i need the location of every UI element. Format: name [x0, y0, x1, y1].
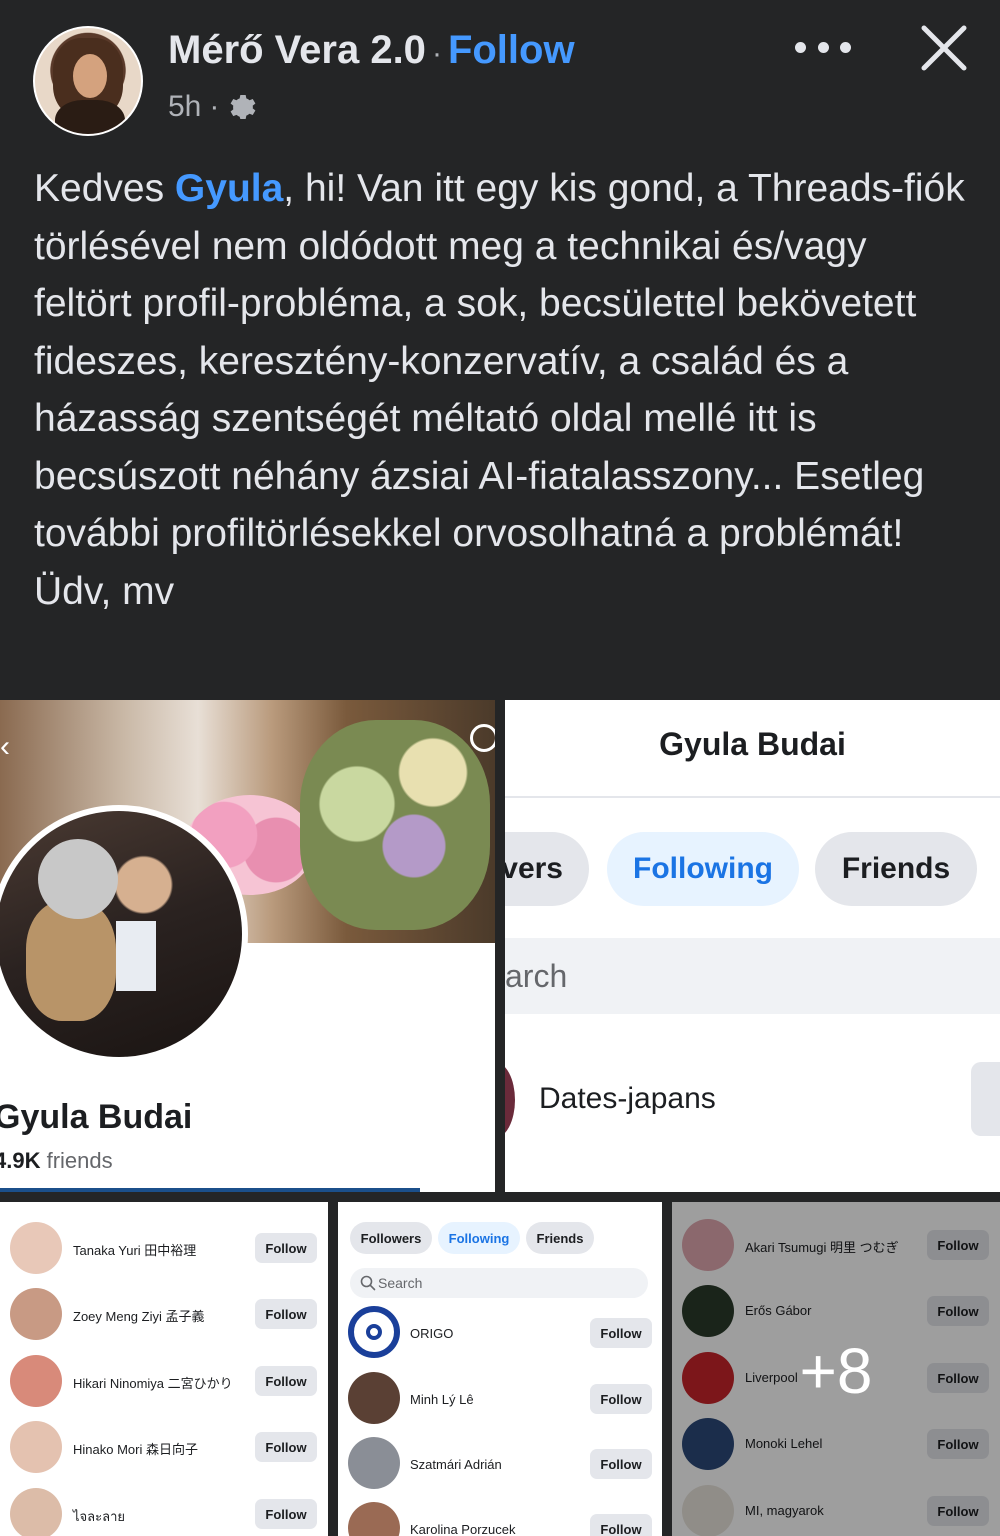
follow-button: Follow [590, 1449, 652, 1479]
follow-button: Follow [255, 1233, 317, 1263]
tab-friends: Friends [526, 1222, 594, 1254]
follow-button: Follow [255, 1366, 317, 1396]
avatar [10, 1488, 62, 1536]
image-tile-following[interactable]: Gyula Budai vers Following Friends arch … [505, 700, 1000, 1192]
author-line: Mérő Vera 2.0 · Follow [168, 28, 575, 73]
tab-following: Following [438, 1222, 520, 1254]
list-item: Tanaka Yuri 田中裕理 Follow [0, 1214, 328, 1280]
post-time[interactable]: 5h [168, 90, 201, 124]
image-tile-list-left[interactable]: Tanaka Yuri 田中裕理 Follow Zoey Meng Ziyi 孟… [0, 1202, 328, 1536]
post-meta: 5h · [168, 90, 259, 124]
gear-icon [230, 95, 256, 119]
author-name[interactable]: Mérő Vera 2.0 [168, 28, 426, 72]
tab-followers: vers [505, 832, 589, 906]
image-tile-list-middle[interactable]: Followers Following Friends Search ORIGO… [338, 1202, 662, 1536]
avatar [10, 1222, 62, 1274]
post-text: Kedves Gyula, hi! Van itt egy kis gond, … [34, 167, 965, 613]
avatar [505, 1062, 515, 1138]
list-item: Szatmári Adrián Follow [338, 1437, 662, 1503]
chevron-left-icon: ‹ [0, 730, 10, 763]
search-input: Search [350, 1268, 648, 1298]
avatar [348, 1437, 400, 1489]
avatar [348, 1372, 400, 1424]
close-icon[interactable] [918, 22, 970, 74]
list-item: ไจละลาย Follow [0, 1480, 328, 1536]
follow-button: Follow [255, 1299, 317, 1329]
search-icon [360, 1275, 376, 1291]
follow-button: Follow [590, 1514, 652, 1536]
tab-friends: Friends [815, 832, 977, 906]
list-item: ORIGO Follow [338, 1306, 662, 1372]
avatar [10, 1355, 62, 1407]
avatar [10, 1421, 62, 1473]
list-item: Dates-japans [539, 1082, 716, 1115]
profile-name: Gyula Budai [0, 1098, 193, 1136]
tab-followers: Followers [350, 1222, 432, 1254]
more-images-count[interactable]: +8 [672, 1334, 1000, 1408]
tab-indicator [0, 1188, 420, 1192]
circle-icon [470, 724, 495, 752]
name-separator: · [431, 37, 442, 70]
profile-photo [0, 805, 248, 1063]
image-tile-list-right[interactable]: Akari Tsumugi 明里 つむぎ Follow Erős Gábor F… [672, 1202, 1000, 1536]
tab-following: Following [607, 832, 799, 906]
divider [505, 796, 1000, 798]
post-header: Mérő Vera 2.0 · Follow 5h · [0, 0, 1000, 150]
follow-button: Follow [255, 1432, 317, 1462]
more-icon[interactable] [795, 38, 851, 56]
list-item: Zoey Meng Ziyi 孟子義 Follow [0, 1280, 328, 1346]
meta-separator: · [209, 90, 220, 123]
search-input: arch [505, 938, 1000, 1014]
follow-button [971, 1062, 1000, 1136]
follow-button: Follow [255, 1499, 317, 1529]
avatar [348, 1502, 400, 1536]
list-item: Karolina Porzucek Follow [338, 1502, 662, 1536]
list-item: Hikari Ninomiya 二宮ひかり Follow [0, 1347, 328, 1413]
page-title: Gyula Budai [659, 726, 846, 762]
mention-link[interactable]: Gyula [175, 167, 283, 210]
avatar [10, 1288, 62, 1340]
follow-button: Follow [590, 1318, 652, 1348]
origo-logo-icon [348, 1306, 400, 1358]
follow-link[interactable]: Follow [448, 28, 575, 72]
list-item: Minh Lý Lê Follow [338, 1372, 662, 1438]
friends-count: 4.9K friends [0, 1148, 113, 1173]
follow-button: Follow [590, 1384, 652, 1414]
author-avatar[interactable] [33, 26, 143, 136]
list-item: Hinako Mori 森日向子 Follow [0, 1413, 328, 1479]
image-tile-profile[interactable]: ‹ Gyula Budai 4.9K friends [0, 700, 495, 1192]
blurred-face [38, 839, 118, 919]
